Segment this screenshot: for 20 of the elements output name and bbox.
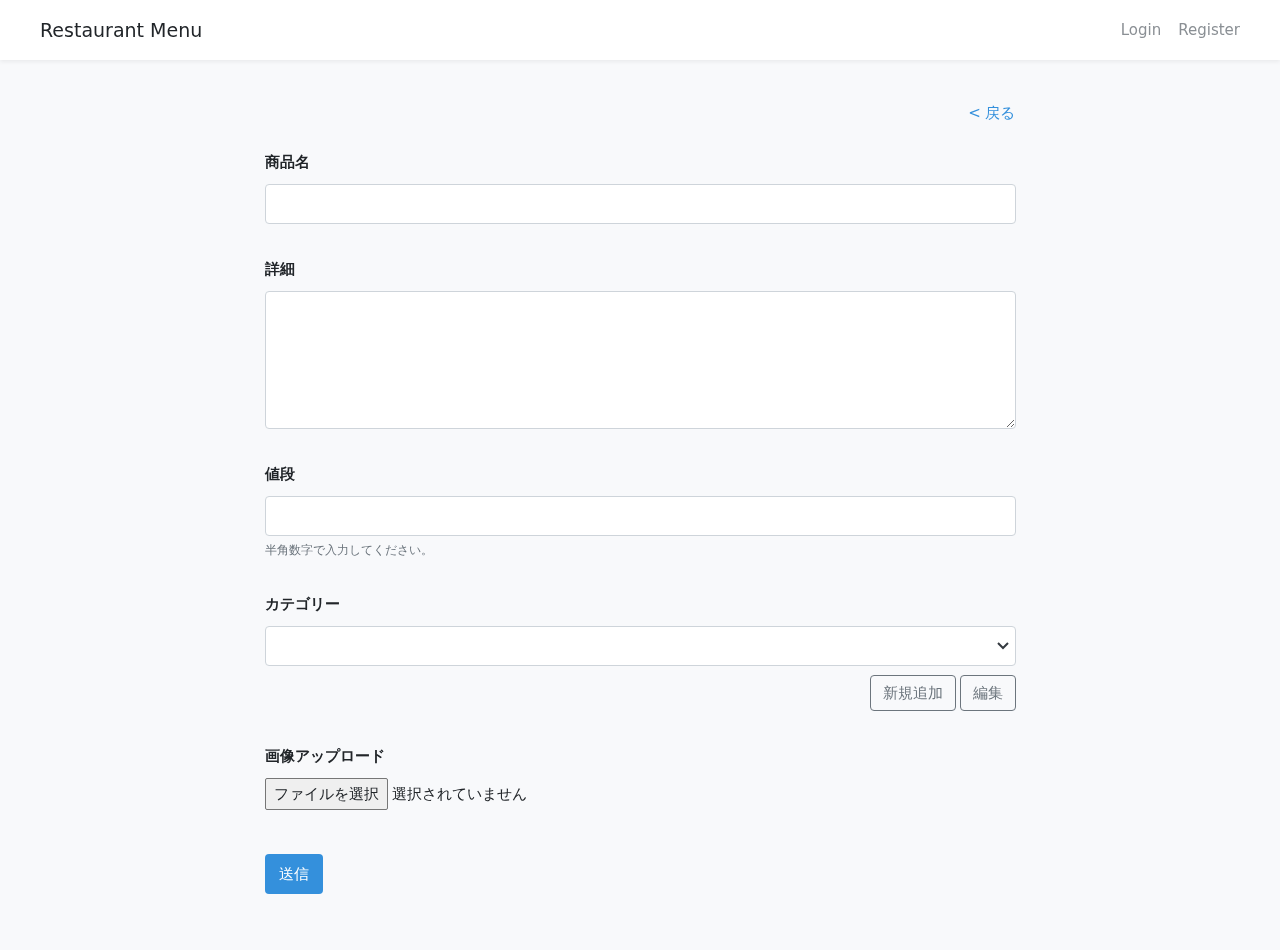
text-input-field[interactable] — [264, 496, 1016, 536]
nav-link[interactable]: Register — [1178, 21, 1240, 39]
submit-button[interactable]: 送信 — [264, 854, 323, 894]
field-label: 詳細 — [264, 260, 296, 279]
file-status-text: 選択されていません — [391, 784, 527, 804]
brand-link[interactable]: Restaurant Menu — [40, 19, 203, 41]
chevron-down-icon — [996, 642, 1009, 650]
choose-file-button[interactable]: ファイルを選択 — [264, 778, 388, 810]
outline-button[interactable]: 編集 — [959, 675, 1016, 711]
select-field[interactable] — [264, 626, 1016, 666]
help-text: 半角数字で入力してください。 — [264, 542, 434, 559]
textarea-field[interactable] — [264, 291, 1016, 429]
field-label: カテゴリー — [264, 595, 341, 614]
nav-link[interactable]: Login — [1120, 21, 1162, 39]
back-link[interactable]: < 戻る — [968, 104, 1016, 123]
field-label: 値段 — [264, 465, 296, 484]
field-label: 商品名 — [264, 153, 311, 172]
field-label: 画像アップロード — [264, 747, 386, 766]
outline-button[interactable]: 新規追加 — [869, 675, 956, 711]
text-input-field[interactable] — [264, 184, 1016, 224]
